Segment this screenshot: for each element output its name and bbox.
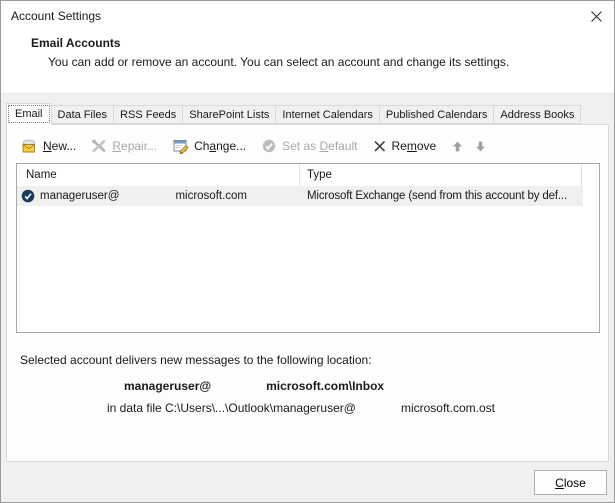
data-file-line: in data file C:\Users\...\Outlook\manage…	[107, 401, 608, 415]
delivery-location-label: Selected account delivers new messages t…	[20, 353, 372, 367]
bottom-bar: Close	[1, 462, 614, 502]
banner: Email Accounts You can add or remove an …	[1, 30, 614, 93]
tab-published-calendars[interactable]: Published Calendars	[378, 105, 495, 124]
tab-strip: Email Data Files RSS Feeds SharePoint Li…	[6, 102, 614, 125]
set-as-default-label: Set as Default	[282, 139, 358, 153]
remove-account-label: Remove	[391, 139, 437, 153]
account-name-cell: manageruser@ microsoft.com	[17, 189, 300, 203]
window-title: Account Settings	[11, 8, 102, 23]
up-arrow-icon	[451, 140, 464, 153]
remove-account-button[interactable]: Remove	[373, 139, 437, 153]
accounts-list: Name Type manageruser@ microsoft.com Mic…	[16, 163, 600, 333]
new-mail-icon	[20, 138, 38, 154]
change-form-icon	[172, 138, 189, 154]
titlebar: Account Settings	[1, 1, 614, 30]
tab-address-books[interactable]: Address Books	[493, 105, 582, 124]
close-button[interactable]: Close	[534, 470, 607, 495]
dialog-body: Email Data Files RSS Feeds SharePoint Li…	[1, 93, 614, 502]
window-close-button[interactable]	[588, 8, 605, 25]
tab-sharepoint-lists[interactable]: SharePoint Lists	[182, 105, 277, 124]
data-file-suffix: microsoft.com.ost	[400, 401, 495, 415]
account-settings-dialog: Account Settings Email Accounts You can …	[0, 0, 615, 503]
close-icon	[590, 10, 603, 23]
account-name-user: manageruser@	[40, 190, 120, 202]
delivery-account-line: manageruser@ microsoft.com\Inbox	[124, 379, 608, 393]
tab-email[interactable]: Email	[6, 103, 52, 125]
accounts-toolbar: New... Repair... Change... Set as Defaul…	[7, 125, 608, 154]
new-account-label: New...	[43, 139, 77, 153]
account-name-domain: microsoft.com	[175, 190, 248, 202]
down-arrow-icon	[474, 140, 487, 153]
column-header-name[interactable]: Name	[17, 164, 300, 186]
email-accounts-description: You can add or remove an account. You ca…	[48, 55, 510, 69]
repair-account-button[interactable]: Repair...	[91, 138, 157, 154]
account-type-cell: Microsoft Exchange (send from this accou…	[307, 190, 568, 202]
move-up-button[interactable]	[451, 140, 464, 153]
delivery-account-path: microsoft.com\Inbox	[266, 379, 385, 393]
account-row[interactable]: manageruser@ microsoft.com Microsoft Exch…	[17, 186, 583, 206]
repair-account-label: Repair...	[112, 139, 158, 153]
tab-internet-calendars[interactable]: Internet Calendars	[275, 105, 380, 124]
remove-x-icon	[373, 139, 387, 153]
default-account-icon	[21, 189, 35, 203]
change-account-button[interactable]: Change...	[172, 138, 246, 154]
email-accounts-heading: Email Accounts	[31, 36, 121, 50]
set-as-default-button[interactable]: Set as Default	[261, 138, 358, 154]
email-tab-panel: New... Repair... Change... Set as Defaul…	[6, 124, 609, 462]
change-account-label: Change...	[194, 139, 247, 153]
move-down-button[interactable]	[474, 140, 487, 153]
new-account-button[interactable]: New...	[20, 138, 76, 154]
delivery-account-user: manageruser@	[124, 379, 212, 393]
default-check-icon	[261, 138, 277, 154]
data-file-prefix: in data file C:\Users\...\Outlook\manage…	[107, 401, 356, 415]
column-header-type[interactable]: Type	[300, 164, 582, 186]
tab-rss-feeds[interactable]: RSS Feeds	[113, 105, 184, 124]
tab-data-files[interactable]: Data Files	[50, 105, 115, 124]
repair-tools-icon	[91, 138, 107, 154]
accounts-list-header: Name Type	[17, 164, 599, 186]
